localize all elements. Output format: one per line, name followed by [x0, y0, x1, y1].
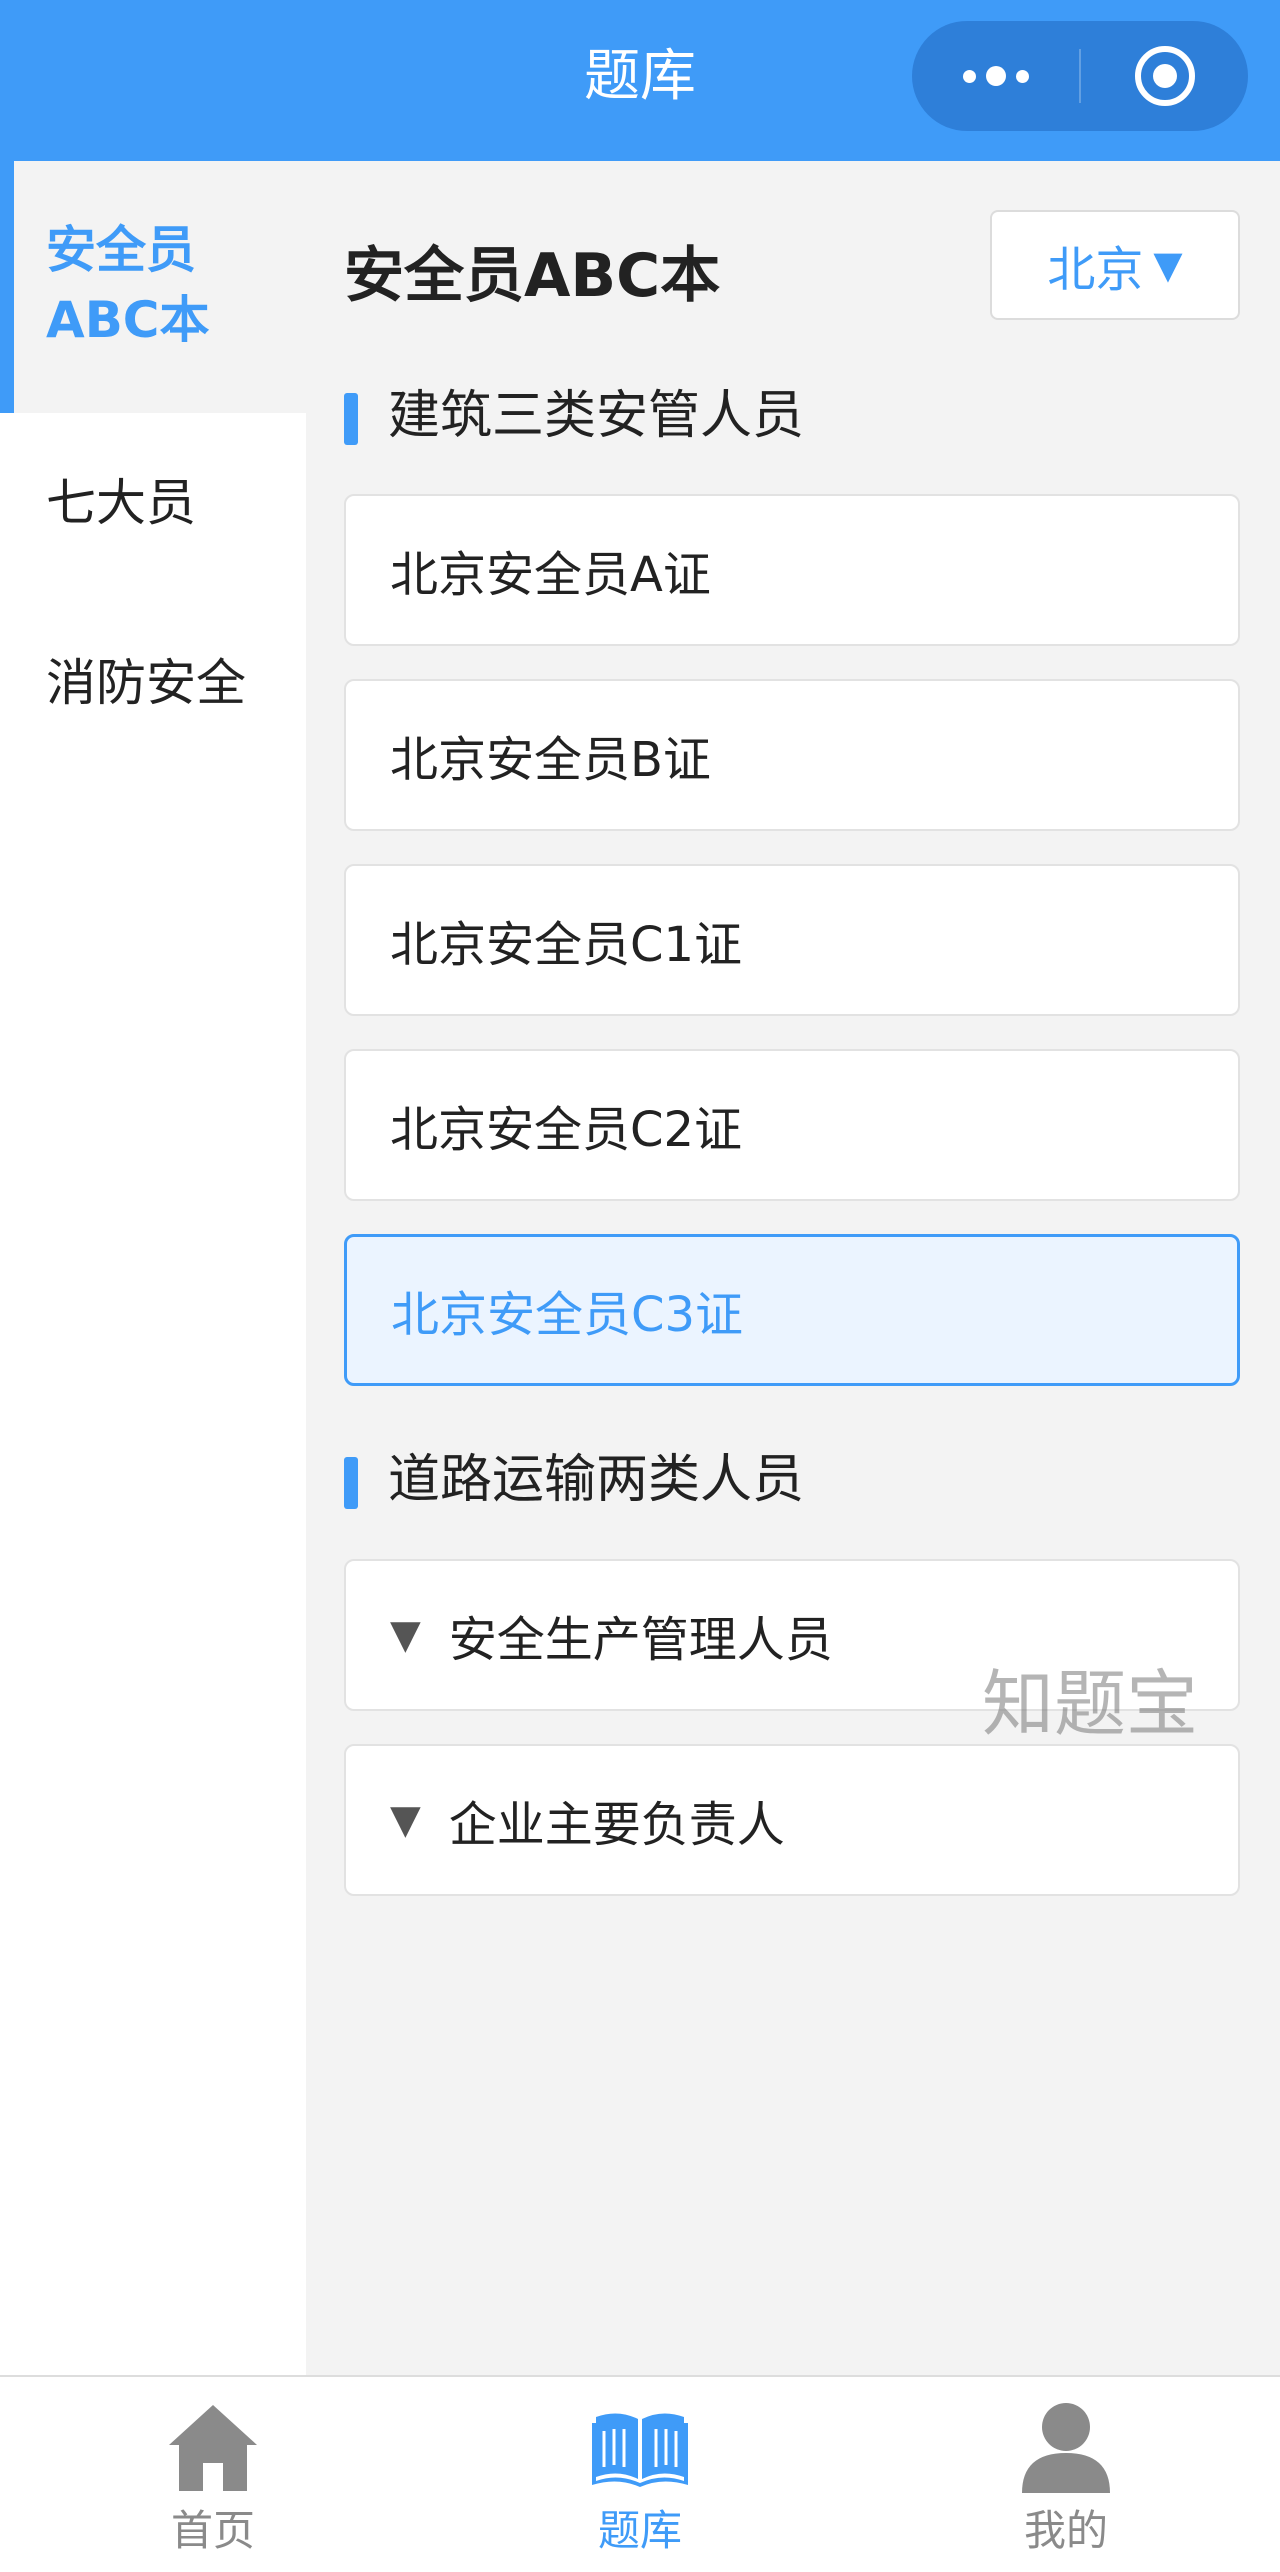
section-accent-bar	[344, 1457, 358, 1509]
group-label: 安全生产管理人员	[448, 1612, 833, 1668]
tab-question-bank[interactable]: 题库	[520, 2377, 760, 2572]
region-value: 北京	[1047, 242, 1144, 298]
caret-down-icon: ▼	[1153, 243, 1183, 287]
main-content: 安全员ABC本 北京 ▼ 建筑三类安管人员 北京安全员A证 北京安全员B证 北京…	[306, 161, 1280, 2375]
exam-item-label: 北京安全员A证	[390, 547, 711, 603]
exam-item-label: 北京安全员C2证	[390, 1102, 743, 1158]
section-title: 道路运输两类人员	[344, 1445, 804, 1515]
bottom-tab-bar: 首页 题库 我的	[0, 2375, 1280, 2572]
triangle-down-icon: ▼	[390, 1612, 421, 1658]
category-sidebar: 安全员ABC本 七大员 消防安全	[0, 161, 306, 2375]
sidebar-item-safety-officer-abc[interactable]: 安全员ABC本	[0, 161, 306, 413]
tab-label: 首页	[170, 2506, 255, 2555]
group-label: 企业主要负责人	[448, 1797, 785, 1853]
exam-item-selected[interactable]: 北京安全员C3证	[344, 1234, 1240, 1386]
section-title-text: 道路运输两类人员	[388, 1450, 805, 1510]
target-circle-icon	[1134, 46, 1195, 106]
tab-label: 题库	[597, 2506, 682, 2555]
tab-label: 我的	[1023, 2506, 1108, 2555]
expandable-group[interactable]: ▼ 企业主要负责人	[344, 1744, 1240, 1896]
sidebar-item-label: 七大员	[46, 474, 196, 532]
tab-profile[interactable]: 我的	[946, 2377, 1186, 2572]
more-dots-icon	[962, 66, 1029, 86]
close-miniprogram-button[interactable]	[1081, 21, 1248, 131]
user-icon	[1011, 2397, 1121, 2497]
region-dropdown[interactable]: 北京 ▼	[990, 210, 1240, 320]
exam-item-label: 北京安全员C3证	[391, 1287, 744, 1343]
section-accent-bar	[344, 393, 358, 445]
category-heading: 安全员ABC本	[344, 241, 721, 311]
sidebar-item-seven-officers[interactable]: 七大员	[0, 413, 306, 593]
home-icon	[158, 2397, 268, 2497]
section-title-text: 建筑三类安管人员	[388, 386, 805, 446]
triangle-down-icon: ▼	[390, 1797, 421, 1843]
exam-item[interactable]: 北京安全员A证	[344, 494, 1240, 646]
expandable-group[interactable]: ▼ 安全生产管理人员	[344, 1559, 1240, 1711]
top-navigation-bar: 题库	[0, 0, 1280, 161]
exam-item[interactable]: 北京安全员B证	[344, 679, 1240, 831]
book-icon	[585, 2397, 695, 2497]
exam-item-label: 北京安全员C1证	[390, 917, 743, 973]
exam-item-label: 北京安全员B证	[390, 732, 711, 788]
more-menu-button[interactable]	[912, 21, 1079, 131]
sidebar-item-label: 消防安全	[46, 654, 246, 712]
sidebar-item-label: 安全员ABC本	[46, 221, 210, 349]
sidebar-item-fire-safety[interactable]: 消防安全	[0, 593, 306, 773]
miniprogram-capsule	[912, 21, 1248, 131]
tab-home[interactable]: 首页	[93, 2377, 333, 2572]
exam-item[interactable]: 北京安全员C2证	[344, 1049, 1240, 1201]
section-title: 建筑三类安管人员	[344, 381, 804, 451]
exam-item[interactable]: 北京安全员C1证	[344, 864, 1240, 1016]
